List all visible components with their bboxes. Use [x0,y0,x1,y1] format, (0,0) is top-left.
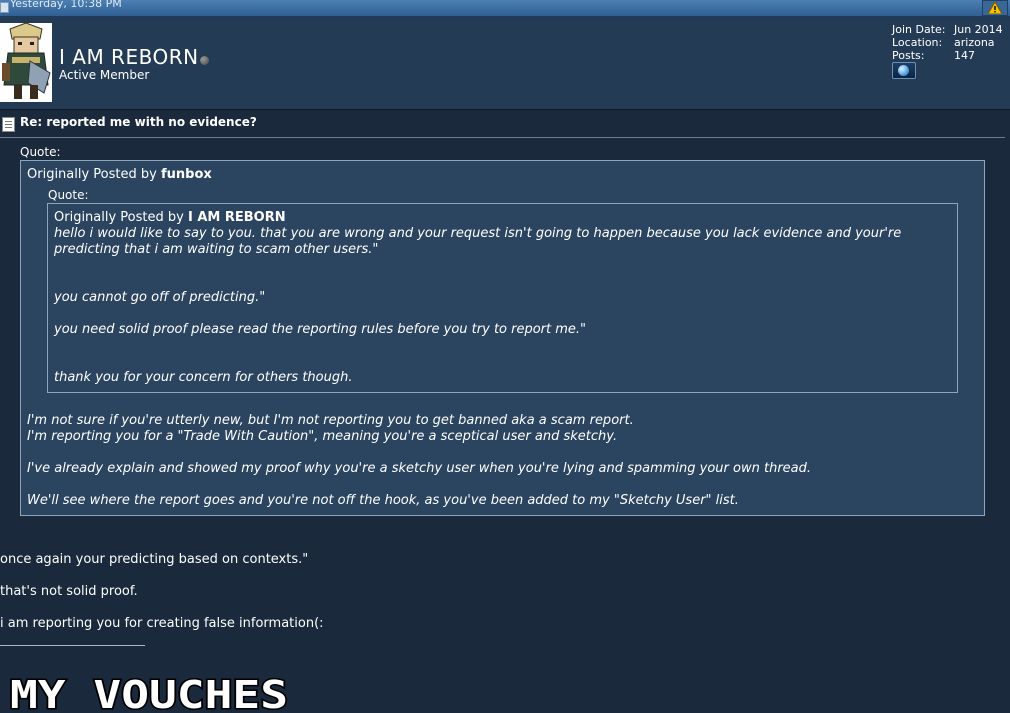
post-text-line: once again your predicting based on cont… [0,552,309,567]
quote-attribution: Originally Posted by funbox [27,167,212,182]
report-post-button[interactable] [982,0,1008,16]
quote-line: I'm reporting you for a "Trade With Caut… [27,429,618,444]
post-date: Yesterday, 10:38 PM [10,0,122,10]
nested-quote-line: you need solid proof please read the rep… [54,322,587,337]
signature-divider [0,645,145,646]
location-label: Location: [892,36,943,49]
quote-line: We'll see where the report goes and you'… [27,493,739,508]
user-title: Active Member [59,68,150,82]
user-stats: Join Date: Jun 2014 Location: arizona Post… [892,23,1003,62]
nested-quote-label: Quote: [48,188,89,202]
divider [0,137,1005,138]
quote-block: Originally Posted by funbox Quote: Origi… [20,160,985,516]
homepage-button[interactable] [892,62,916,79]
post-header-bar: Yesterday, 10:38 PM [0,0,1010,17]
post-text-line: i am reporting you for creating false in… [0,616,324,631]
location-row: Location: arizona [892,36,1003,49]
posts-row: Posts: 147 [892,49,1003,62]
nested-quote-author[interactable]: I AM REBORN [188,210,286,225]
globe-icon [898,65,909,76]
avatar-image [0,22,52,102]
nested-quote-block: Originally Posted by I AM REBORN hello i… [47,203,958,393]
post-title: Re: reported me with no evidence? [20,115,257,129]
signature-banner[interactable]: MY VOUCHES [8,675,292,713]
nested-quote-attribution: Originally Posted by I AM REBORN [54,210,286,225]
post-icon [0,2,9,13]
quote-label: Quote: [20,145,61,159]
document-icon [2,117,15,132]
post-text-line: that's not solid proof. [0,584,138,599]
nested-quote-line: thank you for your concern for others th… [54,370,353,385]
posts-value: 147 [954,49,975,62]
quote-line: I've already explain and showed my proof… [27,461,812,476]
quote-line: I'm not sure if you're utterly new, but … [27,413,634,428]
offline-status-icon [200,56,209,65]
nested-quote-line: you cannot go off of predicting." [54,290,266,305]
avatar[interactable] [0,22,52,102]
join-date-value: Jun 2014 [954,23,1003,36]
post-title-row: Re: reported me with no evidence? [0,115,1010,132]
post-body: Re: reported me with no evidence? Quote:… [0,110,1010,713]
user-info-bar: I AM REBORN Active Member Join Date: Jun … [0,17,1010,110]
quote-prefix: Originally Posted by [27,167,157,182]
location-value: arizona [954,36,995,49]
join-date-label: Join Date: [892,23,946,36]
warning-triangle-icon [988,2,1002,14]
join-date-row: Join Date: Jun 2014 [892,23,1003,36]
nested-quote-line: hello i would like to say to you. that y… [54,226,902,241]
username[interactable]: I AM REBORN [59,45,199,69]
nested-quote-line: predicting that i am waiting to scam oth… [54,242,379,257]
posts-label: Posts: [892,49,925,62]
signature-banner-text: MY VOUCHES [10,675,288,713]
quote-author[interactable]: funbox [161,167,212,182]
nested-quote-prefix: Originally Posted by [54,210,184,225]
